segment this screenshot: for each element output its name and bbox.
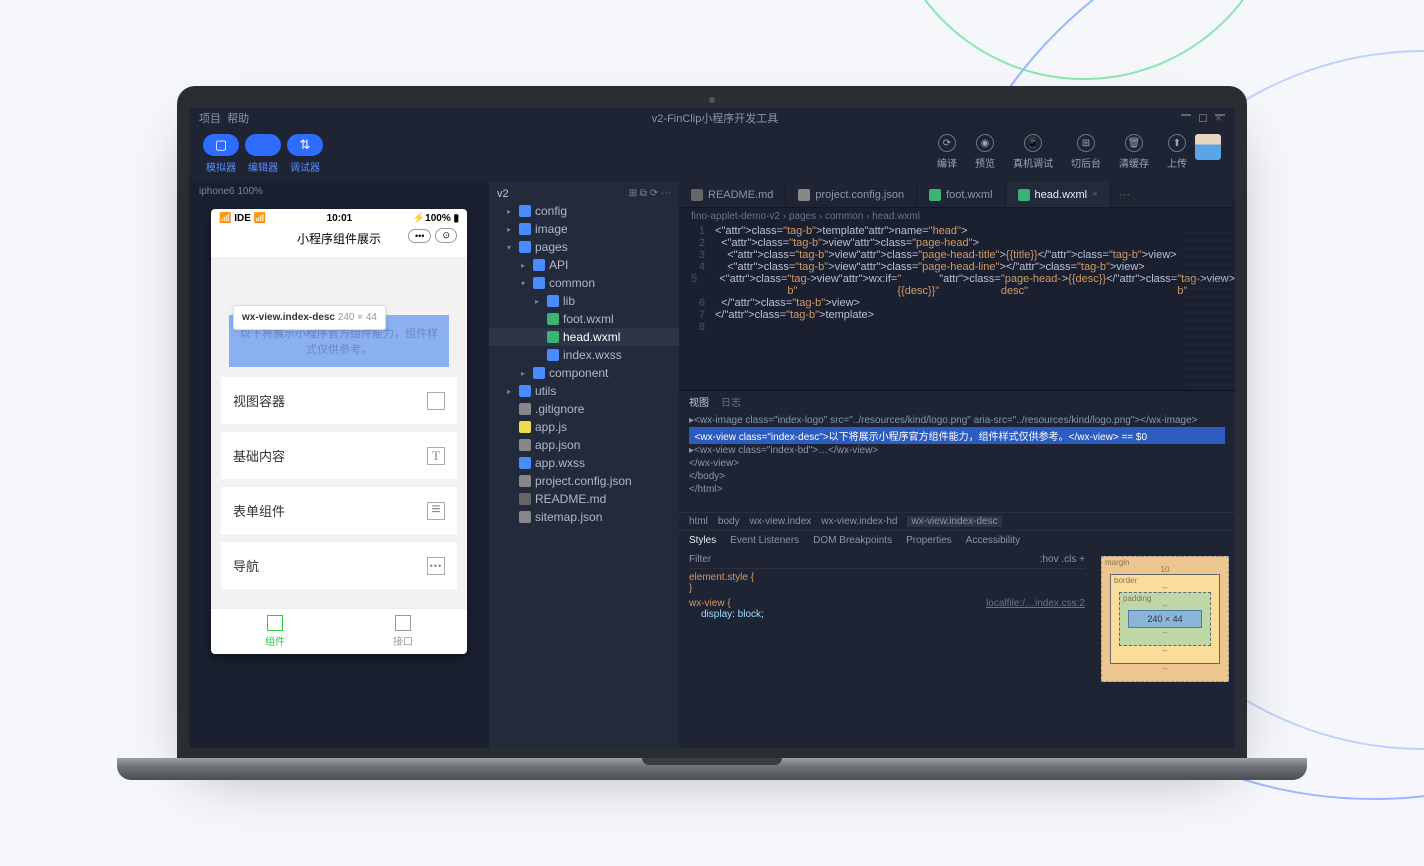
dom-tree[interactable]: ▸<wx-image class="index-logo" src="../re…: [679, 412, 1235, 512]
window-controls[interactable]: ×: [1181, 114, 1225, 122]
styles-toggles[interactable]: :hov .cls +: [1040, 554, 1085, 565]
file-head.wxml[interactable]: head.wxml: [489, 328, 679, 346]
action-预览[interactable]: ◉预览: [975, 134, 995, 170]
phone-status-bar: 📶 IDE 📶 10:01 ⚡100% ▮: [211, 209, 467, 226]
file-app.json[interactable]: app.json: [489, 436, 679, 454]
file-README.md[interactable]: README.md: [489, 490, 679, 508]
bg-decoration: [884, 0, 1284, 80]
toolbar-模拟器[interactable]: ▢模拟器: [203, 134, 239, 174]
minimap[interactable]: [1185, 232, 1235, 392]
file-foot.wxml[interactable]: foot.wxml: [489, 310, 679, 328]
devtools: 视图 日志 ▸<wx-image class="index-logo" src=…: [679, 390, 1235, 748]
breadcrumb: fino-applet-demo-v2 › pages › common › h…: [679, 208, 1235, 225]
simulator-device-label: iphone6 100%: [189, 182, 489, 201]
menubar: 项目 帮助 v2-FinClip小程序开发工具 ×: [189, 108, 1235, 128]
action-清缓存[interactable]: 🗑清缓存: [1119, 134, 1149, 170]
file-app.wxss[interactable]: app.wxss: [489, 454, 679, 472]
subtab-Event Listeners[interactable]: Event Listeners: [730, 535, 799, 546]
file-utils[interactable]: ▸utils: [489, 382, 679, 400]
editor-pane: README.mdproject.config.jsonfoot.wxmlhea…: [679, 182, 1235, 748]
phone-tabbar: 组件 接口: [211, 608, 467, 654]
list-item[interactable]: 基础内容: [221, 432, 457, 479]
dom-breadcrumb[interactable]: html body wx-view.index wx-view.index-hd wx-…: [679, 512, 1235, 530]
explorer-actions[interactable]: ⊞ ⧉ ⟳ ⋯: [629, 188, 671, 200]
capsule-close-icon[interactable]: ⊙: [435, 228, 457, 243]
code-editor[interactable]: 1<"attr">class="tag-b">template "attr">n…: [679, 225, 1235, 390]
styles-panel[interactable]: Filter :hov .cls + element.style {}</spa…: [679, 550, 1095, 748]
project-root[interactable]: v2: [497, 188, 509, 200]
tab-api[interactable]: 接口: [339, 609, 467, 654]
crumb[interactable]: body: [718, 516, 740, 527]
subtab-Styles[interactable]: Styles: [689, 535, 716, 546]
laptop-base: [117, 758, 1307, 780]
phone-preview: 📶 IDE 📶 10:01 ⚡100% ▮ 小程序组件展示 •••⊙ wx-vi…: [211, 209, 467, 654]
close-icon: ×: [1215, 114, 1225, 116]
tab-foot.wxml[interactable]: foot.wxml: [917, 182, 1005, 207]
subtab-Properties[interactable]: Properties: [906, 535, 952, 546]
inspect-tooltip: wx-view.index-desc 240 × 44: [233, 305, 386, 330]
list-item[interactable]: 视图容器: [221, 377, 457, 424]
file-explorer: v2 ⊞ ⧉ ⟳ ⋯ ▸config▸image▾pages▸API▾commo…: [489, 182, 679, 748]
file-config[interactable]: ▸config: [489, 202, 679, 220]
window-title: v2-FinClip小程序开发工具: [249, 110, 1181, 126]
tab-project.config.json[interactable]: project.config.json: [786, 182, 917, 207]
crumb[interactable]: wx-view.index: [750, 516, 812, 527]
maximize-icon: [1199, 114, 1207, 122]
list-item[interactable]: 导航: [221, 542, 457, 589]
devtools-tab-view[interactable]: 视图: [689, 394, 709, 409]
file-app.js[interactable]: app.js: [489, 418, 679, 436]
ide-window: 项目 帮助 v2-FinClip小程序开发工具 × ▢模拟器编辑器⇅调试器 ⟳编…: [189, 108, 1235, 748]
file-lib[interactable]: ▸lib: [489, 292, 679, 310]
action-真机调试[interactable]: 📱真机调试: [1013, 134, 1053, 170]
editor-tabs: README.mdproject.config.jsonfoot.wxmlhea…: [679, 182, 1235, 208]
app-title: 小程序组件展示 •••⊙: [211, 226, 467, 257]
styles-filter[interactable]: Filter: [689, 554, 711, 565]
toolbar-调试器[interactable]: ⇅调试器: [287, 134, 323, 174]
laptop-frame: 项目 帮助 v2-FinClip小程序开发工具 × ▢模拟器编辑器⇅调试器 ⟳编…: [177, 86, 1247, 780]
file-sitemap.json[interactable]: sitemap.json: [489, 508, 679, 526]
subtab-Accessibility[interactable]: Accessibility: [966, 535, 1020, 546]
file-.gitignore[interactable]: .gitignore: [489, 400, 679, 418]
subtab-DOM Breakpoints[interactable]: DOM Breakpoints: [813, 535, 892, 546]
box-model: margin 10 border – padding – 240 × 4: [1095, 550, 1235, 748]
camera-dot: [709, 97, 715, 103]
tab-head.wxml[interactable]: head.wxml×: [1006, 182, 1111, 207]
file-project.config.json[interactable]: project.config.json: [489, 472, 679, 490]
file-API[interactable]: ▸API: [489, 256, 679, 274]
toolbar-编辑器[interactable]: 编辑器: [245, 134, 281, 174]
file-pages[interactable]: ▾pages: [489, 238, 679, 256]
action-编译[interactable]: ⟳编译: [937, 134, 957, 170]
file-index.wxss[interactable]: index.wxss: [489, 346, 679, 364]
file-common[interactable]: ▾common: [489, 274, 679, 292]
tab-overflow[interactable]: ⋯: [1111, 182, 1138, 207]
simulator-pane: iphone6 100% 📶 IDE 📶 10:01 ⚡100% ▮ 小程序组件…: [189, 182, 489, 748]
crumb[interactable]: wx-view.index-hd: [821, 516, 897, 527]
menu-help[interactable]: 帮助: [227, 110, 249, 126]
tab-README.md[interactable]: README.md: [679, 182, 786, 207]
action-切后台[interactable]: ⊞切后台: [1071, 134, 1101, 170]
action-上传[interactable]: ⬆上传: [1167, 134, 1187, 170]
file-component[interactable]: ▸component: [489, 364, 679, 382]
crumb[interactable]: html: [689, 516, 708, 527]
capsule-more-icon[interactable]: •••: [408, 229, 431, 243]
crumb[interactable]: wx-view.index-desc: [907, 516, 1001, 527]
file-image[interactable]: ▸image: [489, 220, 679, 238]
tab-components[interactable]: 组件: [211, 609, 339, 654]
minimize-icon: [1181, 114, 1191, 116]
toolbar: ▢模拟器编辑器⇅调试器 ⟳编译 ◉预览 📱真机调试 ⊞切后台 🗑清缓存 ⬆上传: [189, 128, 1235, 182]
menu-project[interactable]: 项目: [199, 110, 221, 126]
devtools-sub-tabs: Styles Event Listeners DOM Breakpoints Prop…: [679, 530, 1235, 550]
avatar[interactable]: [1195, 134, 1221, 160]
list-item[interactable]: 表单组件: [221, 487, 457, 534]
devtools-tab-log[interactable]: 日志: [721, 394, 741, 409]
